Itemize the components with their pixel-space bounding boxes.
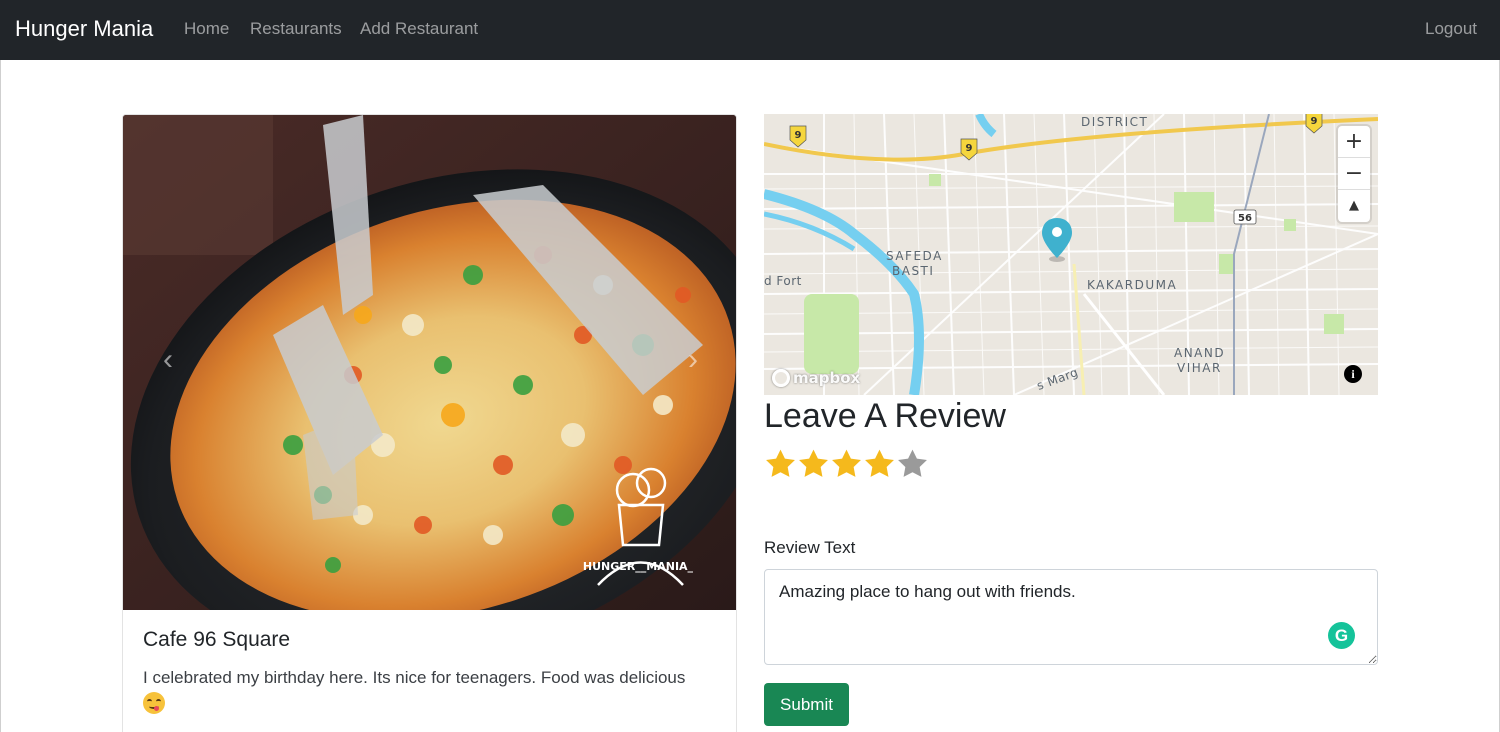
- rating-star-4[interactable]: [863, 447, 896, 481]
- nav-restaurants-link[interactable]: Restaurants: [250, 19, 342, 39]
- map-label-district: DISTRICT: [1081, 115, 1149, 129]
- svg-text:9: 9: [966, 143, 973, 154]
- nav-add-restaurant-link[interactable]: Add Restaurant: [360, 19, 478, 39]
- logout-link[interactable]: Logout: [1425, 19, 1477, 39]
- mapbox-logo-text: mapbox: [793, 369, 861, 387]
- rating-star-3[interactable]: [830, 447, 863, 481]
- navbar: Hunger Mania Home Restaurants Add Restau…: [0, 0, 1500, 60]
- map-label-safeda: SAFEDA: [886, 249, 943, 263]
- review-card-body-text: I celebrated my birthday here. Its nice …: [143, 668, 686, 687]
- review-card-title: Cafe 96 Square: [143, 628, 291, 651]
- window-border-left: [0, 60, 1, 732]
- review-text-input[interactable]: Amazing place to hang out with friends.: [764, 569, 1378, 665]
- map-label-basti: BASTI: [892, 264, 935, 278]
- map-attribution-info-button[interactable]: i: [1344, 365, 1362, 383]
- review-card: HUNGER__MANIA_ ‹ › Cafe 96 Square I cele…: [122, 114, 737, 732]
- svg-text:9: 9: [795, 130, 802, 141]
- review-card-text: I celebrated my birthday here. Its nice …: [143, 664, 718, 718]
- submit-button[interactable]: Submit: [764, 683, 849, 726]
- star-rating: [764, 447, 929, 481]
- leave-review-heading: Leave A Review: [764, 397, 1006, 435]
- nav-home-link[interactable]: Home: [184, 19, 229, 39]
- rating-star-5[interactable]: [896, 447, 929, 481]
- map-label-vihar: VIHAR: [1177, 361, 1222, 375]
- map-label-anand: ANAND: [1174, 346, 1226, 360]
- map-marker-icon[interactable]: [1042, 218, 1072, 262]
- carousel-next-button[interactable]: ›: [673, 340, 713, 380]
- map-label-kakarduma: KAKARDUMA: [1087, 278, 1178, 292]
- pizza-photo: HUNGER__MANIA_: [123, 115, 736, 610]
- mapbox-logo-icon: [772, 369, 790, 387]
- mapbox-logo[interactable]: mapbox: [772, 369, 860, 387]
- rating-star-2[interactable]: [797, 447, 830, 481]
- grammarly-icon[interactable]: G: [1328, 622, 1355, 649]
- restaurant-photo-carousel: HUNGER__MANIA_ ‹ ›: [123, 115, 736, 610]
- review-card-body: Cafe 96 Square I celebrated my birthday …: [123, 610, 736, 732]
- zoom-out-button[interactable]: −: [1338, 158, 1370, 190]
- carousel-prev-button[interactable]: ‹: [148, 340, 188, 380]
- brand-link[interactable]: Hunger Mania: [15, 16, 153, 42]
- svg-text:56: 56: [1238, 213, 1252, 224]
- svg-text:9: 9: [1311, 116, 1318, 127]
- face-savoring-food-icon: [143, 692, 165, 714]
- photo-watermark: HUNGER__MANIA_: [583, 560, 694, 573]
- map-navigation-controls: + − ▲: [1338, 126, 1370, 222]
- rating-star-1[interactable]: [764, 447, 797, 481]
- zoom-in-button[interactable]: +: [1338, 126, 1370, 158]
- compass-reset-button[interactable]: ▲: [1338, 190, 1370, 222]
- review-text-label: Review Text: [764, 538, 856, 557]
- location-map[interactable]: 9 9 9 56 DISTRICT SAFEDA BASTI d Fort KA…: [764, 114, 1378, 395]
- map-label-fort: d Fort: [764, 274, 802, 288]
